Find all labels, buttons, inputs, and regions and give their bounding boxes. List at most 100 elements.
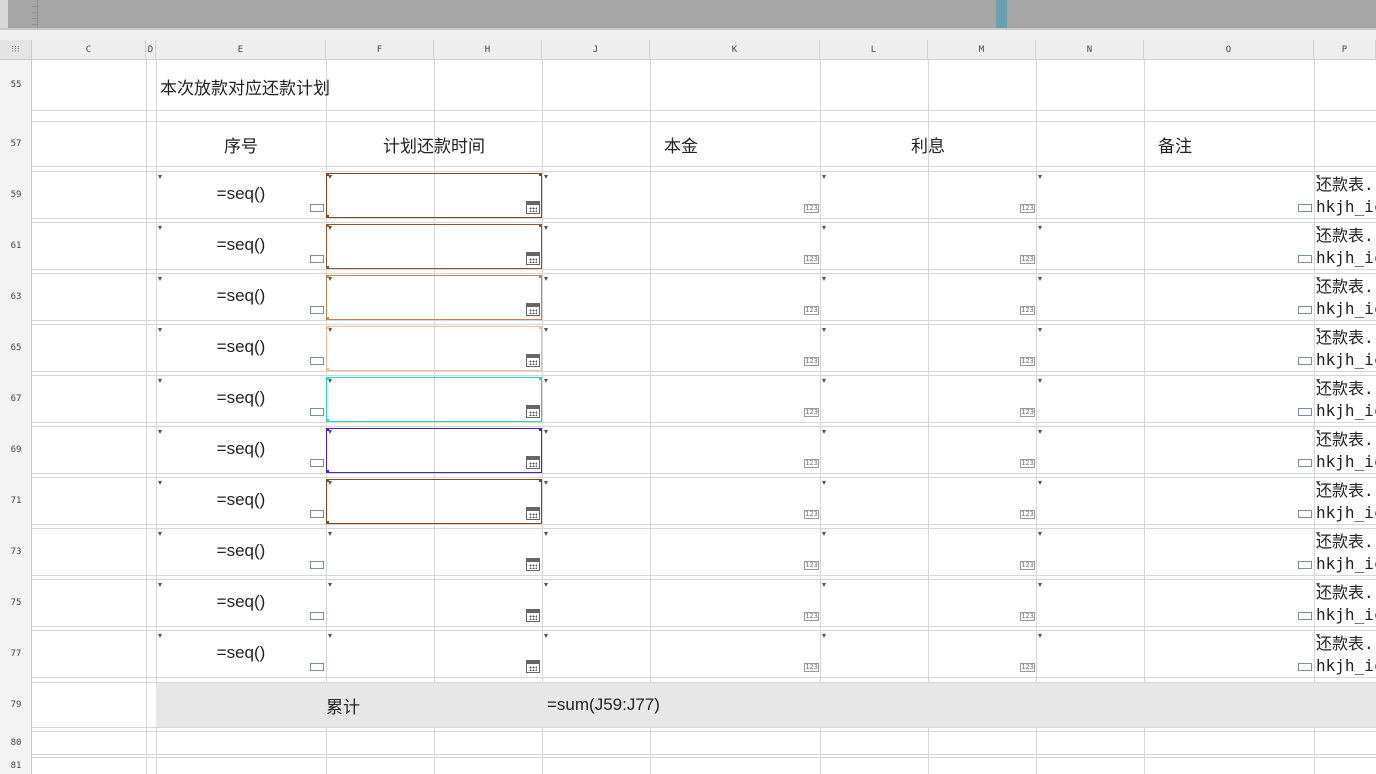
seq-cell[interactable]: =seq() <box>156 172 326 216</box>
calendar-icon[interactable] <box>526 609 540 622</box>
p-cell-line1[interactable]: 还款表. <box>1316 378 1376 400</box>
column-header[interactable]: K <box>650 40 820 60</box>
p-cell-line1[interactable]: 还款表. <box>1316 480 1376 502</box>
plan-date-cell[interactable] <box>326 326 542 371</box>
seq-cell[interactable]: =seq() <box>156 376 326 420</box>
plan-date-cell[interactable] <box>326 479 542 524</box>
p-cell-line2[interactable]: hkjh_ic <box>1316 400 1376 422</box>
number-format-icon: 123 <box>1020 357 1035 366</box>
plan-date-cell[interactable] <box>326 632 542 677</box>
scroll-marker[interactable] <box>996 0 1007 30</box>
p-cell-line1[interactable]: 还款表. <box>1316 225 1376 247</box>
row-header[interactable]: 59 <box>0 172 32 218</box>
row-header[interactable]: 77 <box>0 631 32 677</box>
seq-cell[interactable]: =seq() <box>156 325 326 369</box>
row-header[interactable]: 75 <box>0 580 32 626</box>
plan-date-cell[interactable] <box>326 275 542 320</box>
seq-cell[interactable]: =seq() <box>156 580 326 624</box>
p-cell-line2[interactable]: hkjh_ic <box>1316 451 1376 473</box>
calendar-icon[interactable] <box>526 405 540 418</box>
row-header[interactable]: 71 <box>0 478 32 524</box>
plan-date-cell[interactable] <box>326 224 542 269</box>
p-cell-line1[interactable]: 还款表. <box>1316 531 1376 553</box>
total-formula[interactable]: =sum(J59:J77) <box>547 683 660 727</box>
p-cell-line2[interactable]: hkjh_ic <box>1316 298 1376 320</box>
p-cell-line2[interactable]: hkjh_ic <box>1316 196 1376 218</box>
column-header[interactable]: M <box>928 40 1036 60</box>
plan-date-cell[interactable] <box>326 377 542 422</box>
plan-date-cell[interactable] <box>326 428 542 473</box>
ruler-ticks <box>20 0 38 30</box>
grid-hline <box>32 422 1376 423</box>
row-header[interactable]: 73 <box>0 529 32 575</box>
p-cell-line1[interactable]: 还款表. <box>1316 582 1376 604</box>
grid-hline <box>32 110 1376 111</box>
column-header[interactable]: H <box>434 40 542 60</box>
calendar-icon[interactable] <box>526 456 540 469</box>
calendar-icon[interactable] <box>526 354 540 367</box>
seq-cell[interactable]: =seq() <box>156 478 326 522</box>
p-cell-line2[interactable]: hkjh_ic <box>1316 655 1376 677</box>
calendar-icon[interactable] <box>526 507 540 520</box>
calendar-icon[interactable] <box>526 660 540 673</box>
number-format-icon: 123 <box>1020 612 1035 621</box>
p-cell-line2[interactable]: hkjh_ic <box>1316 247 1376 269</box>
calendar-icon[interactable] <box>526 558 540 571</box>
sheet-title[interactable]: 本次放款对应还款计划 <box>160 74 330 99</box>
column-header[interactable]: O <box>1144 40 1314 60</box>
p-cell-line1[interactable]: 还款表. <box>1316 174 1376 196</box>
column-header[interactable]: P <box>1314 40 1376 60</box>
plan-date-cell[interactable] <box>326 173 542 218</box>
row-header[interactable]: 69 <box>0 427 32 473</box>
column-header[interactable]: E <box>156 40 326 60</box>
seq-cell[interactable]: =seq() <box>156 631 326 675</box>
seq-cell[interactable]: =seq() <box>156 274 326 318</box>
column-header[interactable]: N <box>1036 40 1144 60</box>
calendar-icon[interactable] <box>526 303 540 316</box>
seq-cell[interactable]: =seq() <box>156 427 326 471</box>
expand-indicator-icon <box>158 583 162 587</box>
column-header[interactable]: L <box>820 40 928 60</box>
row-header[interactable]: 63 <box>0 274 32 320</box>
cell-marker-icon <box>1298 510 1312 518</box>
header-plan-date[interactable]: 计划还款时间 <box>326 122 542 166</box>
seq-cell[interactable]: =seq() <box>156 529 326 573</box>
p-cell-line2[interactable]: hkjh_ic <box>1316 349 1376 371</box>
row-header[interactable]: 80 <box>0 732 32 754</box>
column-header[interactable]: J <box>542 40 650 60</box>
row-header[interactable]: 57 <box>0 122 32 166</box>
cell-marker-icon <box>1298 408 1312 416</box>
row-header[interactable]: 79 <box>0 683 32 727</box>
row-header[interactable]: 65 <box>0 325 32 371</box>
header-interest[interactable]: 利息 <box>820 122 1036 166</box>
column-header[interactable]: F <box>326 40 434 60</box>
header-seq[interactable]: 序号 <box>156 122 326 166</box>
row-header[interactable]: 55 <box>0 60 32 110</box>
seq-cell[interactable]: =seq() <box>156 223 326 267</box>
plan-date-cell[interactable] <box>326 530 542 575</box>
p-cell-line1[interactable]: 还款表. <box>1316 429 1376 451</box>
calendar-icon[interactable] <box>526 252 540 265</box>
total-label[interactable]: 累计 <box>326 683 372 727</box>
calendar-icon[interactable] <box>526 201 540 214</box>
p-cell-line1[interactable]: 还款表. <box>1316 633 1376 655</box>
p-cell-line2[interactable]: hkjh_ic <box>1316 502 1376 524</box>
row-header[interactable]: 61 <box>0 223 32 269</box>
plan-date-cell[interactable] <box>326 581 542 626</box>
column-header[interactable]: D <box>146 40 156 60</box>
cell-marker-icon <box>310 255 324 263</box>
row-header[interactable]: 81 <box>0 758 32 774</box>
p-cell-line1[interactable]: 还款表. <box>1316 327 1376 349</box>
expand-indicator-icon <box>544 481 548 485</box>
select-all-icon[interactable]: ⁝⁝⁝ <box>0 40 32 60</box>
p-cell-line2[interactable]: hkjh_ic <box>1316 604 1376 626</box>
expand-indicator-icon <box>1038 277 1042 281</box>
number-format-icon: 123 <box>804 612 819 621</box>
p-cell-line2[interactable]: hkjh_ic <box>1316 553 1376 575</box>
column-header[interactable]: C <box>32 40 146 60</box>
grid-vline <box>146 60 147 774</box>
p-cell-line1[interactable]: 还款表. <box>1316 276 1376 298</box>
header-remark[interactable]: 备注 <box>1036 122 1314 166</box>
header-principal[interactable]: 本金 <box>542 122 820 166</box>
row-header[interactable]: 67 <box>0 376 32 422</box>
